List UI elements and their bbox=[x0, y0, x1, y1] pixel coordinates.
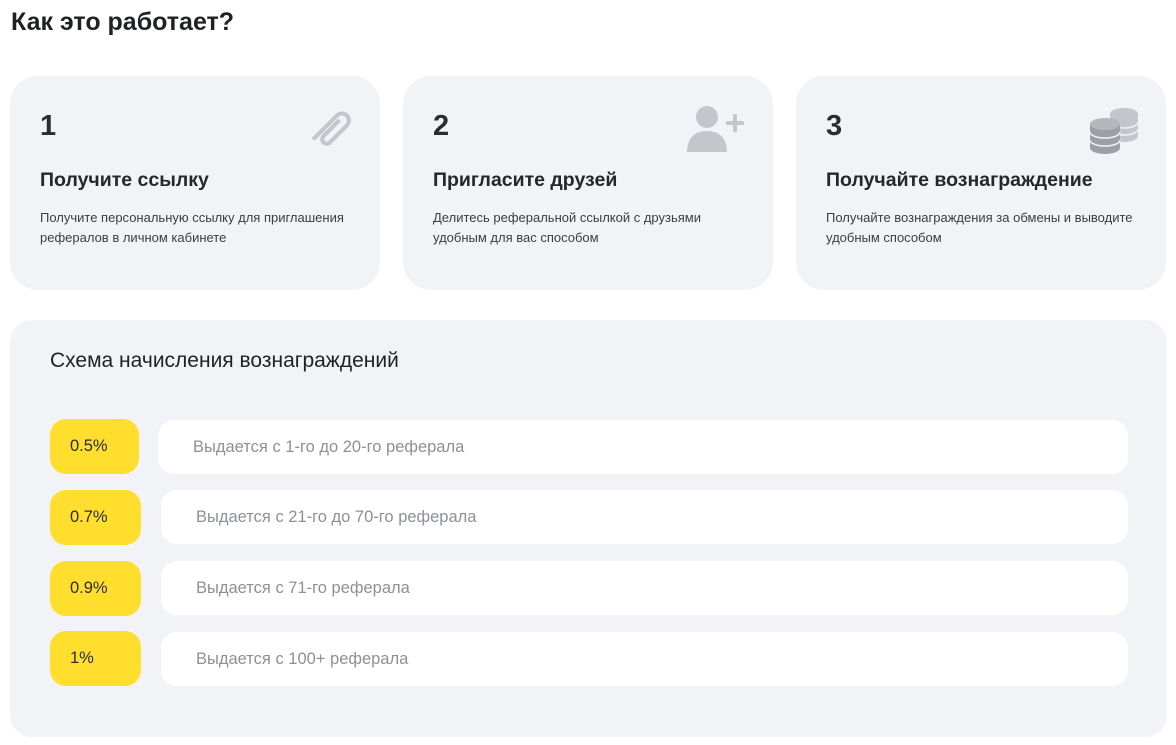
rate-badge: 0.5% bbox=[50, 419, 139, 474]
step-card-get-link: 1 Получите ссылку Получите персональную … bbox=[10, 76, 380, 290]
step-card-get-reward: 3 Получайте вознаграждение Получайте воз… bbox=[796, 76, 1166, 290]
step-number: 1 bbox=[40, 110, 57, 142]
step-number: 2 bbox=[433, 110, 450, 142]
tier-description: Выдается с 71-го реферала bbox=[161, 561, 1128, 615]
step-description: Получайте вознаграждения за обмены и выв… bbox=[826, 210, 1133, 245]
step-card-invite-friends: 2 Пригласите друзей Делитесь реферальной… bbox=[403, 76, 773, 290]
step-description: Делитесь реферальной ссылкой с друзьями … bbox=[433, 210, 701, 245]
scheme-title: Схема начисления вознаграждений bbox=[50, 349, 399, 372]
step-number: 3 bbox=[826, 110, 843, 142]
rate-badge: 0.7% bbox=[50, 490, 141, 545]
page-title: Как это работает? bbox=[11, 8, 235, 36]
tier-description: Выдается с 1-го до 20-го реферала bbox=[158, 420, 1128, 474]
rate-badge: 0.9% bbox=[50, 561, 141, 616]
step-description: Получите персональную ссылку для приглаш… bbox=[40, 210, 344, 245]
tier-description: Выдается с 21-го до 70-го реферала bbox=[161, 490, 1128, 544]
rate-badge: 1% bbox=[50, 631, 141, 686]
reward-scheme-panel: Схема начисления вознаграждений 0.5% Выд… bbox=[10, 320, 1167, 737]
paperclip-icon bbox=[302, 104, 362, 154]
tier-description: Выдается с 100+ реферала bbox=[161, 632, 1128, 686]
add-user-icon bbox=[685, 104, 749, 154]
step-title: Пригласите друзей bbox=[433, 169, 618, 191]
coins-icon bbox=[1088, 106, 1140, 156]
step-title: Получайте вознаграждение bbox=[826, 169, 1093, 191]
step-title: Получите ссылку bbox=[40, 169, 209, 191]
